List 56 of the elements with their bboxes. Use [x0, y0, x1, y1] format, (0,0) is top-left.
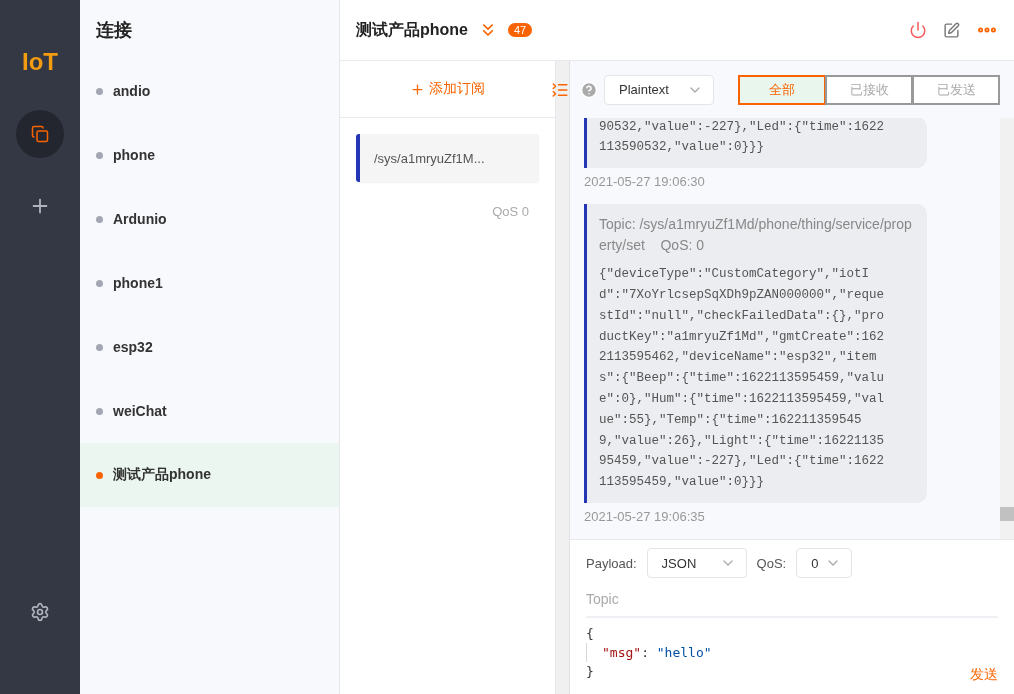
settings-icon — [30, 602, 50, 622]
connection-name: phone — [113, 147, 155, 163]
connection-name: andio — [113, 83, 151, 99]
count-badge: 47 — [508, 23, 533, 37]
payload-line: 90532,"value":-227},"Led":{"time":1622 — [599, 118, 886, 136]
scrollbar[interactable] — [1000, 118, 1014, 539]
connection-item[interactable]: andio — [80, 59, 339, 123]
connection-title: 测试产品phone — [356, 19, 468, 40]
connection-name: 测试产品phone — [113, 466, 211, 484]
app-logo: IoT — [22, 48, 58, 76]
subscription-topic: /sys/a1mryuZf1M... — [374, 150, 485, 166]
payload-select[interactable]: JSON — [646, 548, 747, 578]
edit-icon[interactable] — [943, 21, 960, 39]
list-icon[interactable] — [551, 81, 569, 99]
scrollbar-thumb[interactable] — [1000, 507, 1014, 521]
payload-line: s":{"Beep":{"time":1622113595459,"valu — [599, 370, 886, 388]
message-topic: Topic: /sys/a1mryuZf1Md/phone/thing/service/property/set QoS: 0 — [599, 215, 913, 256]
subscription-qos: QoS 0 — [492, 204, 529, 219]
connection-name: phone1 — [113, 275, 163, 291]
payload-line: 113590532,"value":0}}} — [599, 139, 766, 157]
help-icon[interactable] — [580, 80, 598, 99]
power-icon[interactable] — [909, 21, 927, 39]
code-line: { — [586, 625, 594, 643]
connection-item[interactable]: Ardunio — [80, 187, 339, 251]
scrollbar[interactable] — [556, 61, 570, 694]
payload-line: ue":55},"Temp":{"time":162211359545 — [599, 411, 863, 429]
payload-line: 2113595462,"deviceName":"esp32","item — [599, 349, 878, 367]
payload-line: e":0},"Hum":{"time":1622113595459,"val — [599, 391, 886, 408]
connection-item[interactable]: phone — [80, 123, 339, 187]
code-line: "msg": "hello" — [586, 643, 712, 662]
connection-item[interactable]: phone1 — [80, 251, 339, 315]
connection-item[interactable]: weiChat — [80, 379, 339, 443]
payload-line: 95459,"value":-227},"Led":{"time":1622 — [599, 453, 886, 471]
message-time: 2021-05-27 19:06:30 — [584, 174, 706, 191]
connection-item[interactable]: 测试产品phone — [80, 443, 339, 507]
qos-select[interactable]: 0 — [796, 548, 853, 578]
payload-line: stId":"null","checkFailedData":{},"pro — [599, 307, 886, 325]
format-select[interactable]: Plaintext — [604, 74, 714, 105]
payload-line: {"deviceType":"CustomCategory","iotI — [599, 266, 871, 284]
payload-line: 9,"value":26},"Light":{"time":16221135 — [599, 432, 886, 450]
payload-label: Payload: — [586, 555, 637, 571]
connection-name: esp32 — [113, 339, 153, 355]
copy-icon — [31, 125, 49, 143]
payload-line: ductKey":"a1mryuZf1Md","gmtCreate":162 — [599, 328, 886, 346]
connection-name: weiChat — [113, 403, 167, 419]
payload-line: d":"7XoYrlcsepSqXDh9pZAN000000","reque — [599, 287, 886, 305]
subscription-card[interactable]: /sys/a1mryuZf1M... — [356, 134, 539, 182]
code-line: } — [586, 663, 594, 681]
plus-icon — [410, 81, 425, 97]
panel-title: 连接 — [96, 20, 132, 40]
payload-line: 113595459,"value":0}}} — [599, 474, 766, 492]
connection-name: Ardunio — [113, 211, 167, 227]
connections-nav-button[interactable] — [16, 110, 64, 158]
connection-item[interactable]: esp32 — [80, 315, 339, 379]
message-time: 2021-05-27 19:06:35 — [584, 509, 706, 525]
qos-label: QoS: — [756, 555, 787, 571]
